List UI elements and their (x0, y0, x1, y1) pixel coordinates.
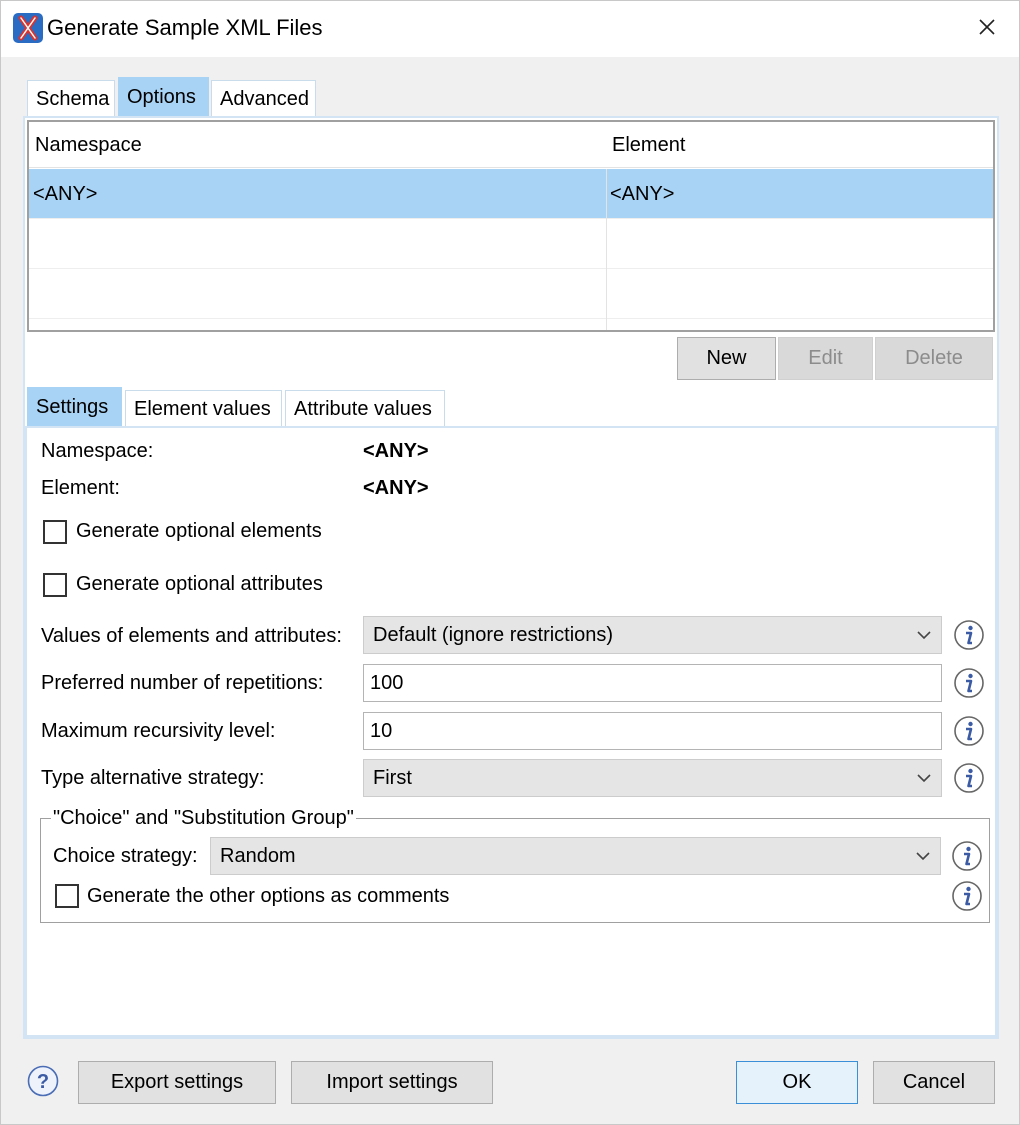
choice-strategy-label: Choice strategy: (53, 845, 198, 867)
type-alternative-select[interactable]: First (363, 759, 942, 797)
column-separator (606, 169, 607, 330)
namespace-label: Namespace: (41, 440, 154, 462)
generate-other-options-checkbox[interactable] (55, 884, 79, 908)
chevron-down-icon (917, 631, 931, 640)
generate-optional-attributes-checkbox[interactable] (43, 573, 67, 597)
generate-optional-elements-checkbox[interactable] (43, 520, 67, 544)
help-icon[interactable]: ? (27, 1065, 59, 1097)
chevron-down-icon (916, 852, 930, 861)
cancel-button[interactable]: Cancel (873, 1061, 995, 1104)
info-icon[interactable] (953, 619, 985, 651)
choice-strategy-select[interactable]: Random (210, 837, 941, 875)
tab-element-values[interactable]: Element values (125, 390, 282, 428)
generate-optional-elements-label[interactable]: Generate optional elements (76, 520, 322, 543)
info-icon[interactable] (953, 715, 985, 747)
recursivity-input[interactable]: 10 (363, 712, 942, 750)
values-select-value: Default (ignore restrictions) (373, 624, 614, 646)
generate-optional-attributes-label[interactable]: Generate optional attributes (76, 573, 323, 596)
column-header-element[interactable]: Element (606, 122, 993, 168)
values-label: Values of elements and attributes: (41, 625, 342, 647)
info-icon[interactable] (953, 667, 985, 699)
table-row-empty (29, 219, 993, 269)
table-cell-element: <ANY> (610, 183, 675, 205)
tab-options[interactable]: Options (118, 77, 209, 117)
table-row-empty (29, 269, 993, 319)
info-icon[interactable] (951, 880, 983, 912)
column-header-namespace[interactable]: Namespace (29, 122, 606, 168)
table-row[interactable]: <ANY> <ANY> (29, 169, 993, 219)
dialog-window: Generate Sample XML Files Schema Options… (0, 0, 1020, 1125)
window-title: Generate Sample XML Files (47, 15, 323, 40)
values-select[interactable]: Default (ignore restrictions) (363, 616, 942, 654)
chevron-down-icon (917, 774, 931, 783)
new-button[interactable]: New (677, 337, 776, 380)
svg-text:?: ? (37, 1071, 49, 1093)
element-label: Element: (41, 477, 120, 499)
ok-button[interactable]: OK (736, 1061, 858, 1104)
recursivity-label: Maximum recursivity level: (41, 720, 276, 742)
type-alternative-select-value: First (373, 767, 412, 789)
import-settings-button[interactable]: Import settings (291, 1061, 493, 1104)
repetitions-input[interactable]: 100 (363, 664, 942, 702)
tab-settings[interactable]: Settings (27, 387, 122, 427)
info-icon[interactable] (951, 840, 983, 872)
table-cell-namespace: <ANY> (33, 183, 98, 205)
choice-group-title: "Choice" and "Substitution Group" (51, 807, 356, 830)
tab-advanced[interactable]: Advanced (211, 80, 316, 118)
repetitions-label: Preferred number of repetitions: (41, 672, 324, 694)
export-settings-button[interactable]: Export settings (78, 1061, 276, 1104)
tab-schema[interactable]: Schema (27, 80, 115, 118)
generate-other-options-label[interactable]: Generate the other options as comments (87, 885, 449, 908)
edit-button[interactable]: Edit (778, 337, 873, 380)
oxygen-xml-icon (12, 12, 44, 44)
choice-strategy-select-value: Random (220, 845, 296, 867)
tab-attribute-values[interactable]: Attribute values (285, 390, 445, 428)
close-button[interactable] (967, 11, 1007, 45)
type-alternative-label: Type alternative strategy: (41, 767, 265, 789)
info-icon[interactable] (953, 762, 985, 794)
close-icon (979, 19, 995, 35)
element-value: <ANY> (363, 477, 429, 499)
namespace-element-table[interactable]: Namespace Element <ANY> <ANY> (27, 120, 995, 332)
title-bar: Generate Sample XML Files (1, 1, 1019, 57)
namespace-value: <ANY> (363, 440, 429, 462)
delete-button[interactable]: Delete (875, 337, 993, 380)
